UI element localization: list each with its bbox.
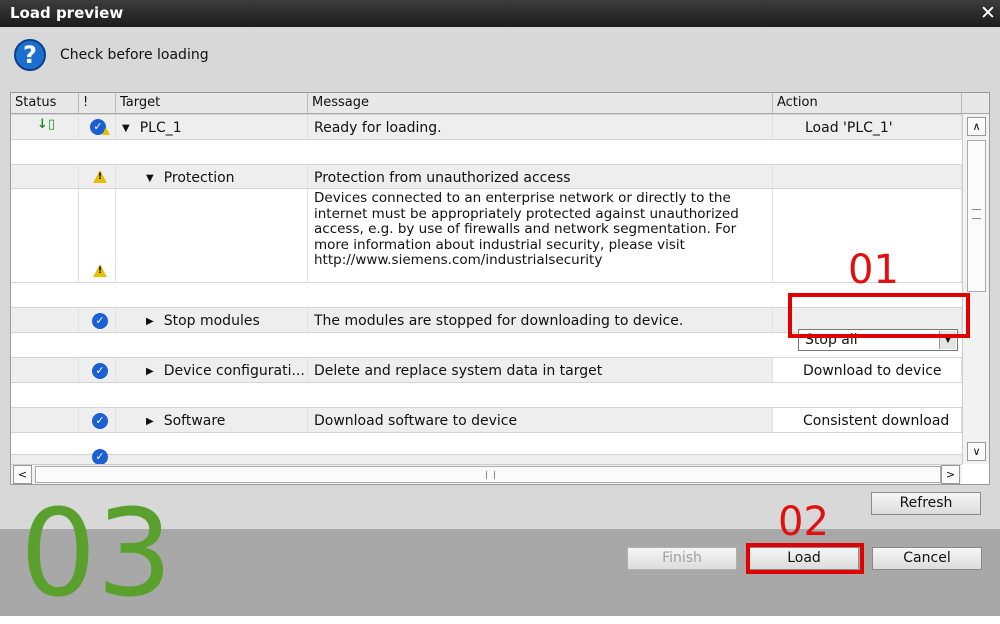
target-cell xyxy=(116,189,308,283)
check-icon: ✓ xyxy=(92,313,108,329)
question-icon: ? xyxy=(14,39,46,71)
message-cell: Ready for loading. xyxy=(308,115,773,140)
notice-line: internet must be appropriately protected… xyxy=(314,205,739,222)
column-header-target[interactable]: Target xyxy=(116,93,308,113)
status-cell xyxy=(11,165,79,189)
target-cell: ▶ Software xyxy=(116,408,308,433)
action-text: Consistent download xyxy=(803,413,950,429)
column-header-message[interactable]: Message xyxy=(308,93,773,113)
action-cell[interactable]: Consistent download xyxy=(773,408,962,433)
cancel-button[interactable]: Cancel xyxy=(872,547,982,570)
message-text: Delete and replace system data in target xyxy=(314,363,603,379)
notice-line: more information about industrial securi… xyxy=(314,236,685,253)
vertical-scrollbar[interactable]: ∧ ∨ xyxy=(962,114,989,464)
status-cell xyxy=(11,189,79,283)
expand-icon[interactable]: ▶ xyxy=(146,366,154,377)
table-row-spacer xyxy=(11,432,962,455)
target-label: Software xyxy=(163,413,226,429)
check-icon: ✓ xyxy=(92,413,108,429)
collapse-icon[interactable]: ▼ xyxy=(146,173,154,184)
annotation-highlight-load xyxy=(746,543,864,574)
status-cell xyxy=(11,308,79,333)
scroll-right-icon[interactable]: > xyxy=(941,465,960,484)
scroll-left-icon[interactable]: < xyxy=(13,465,32,484)
target-label: PLC_1 xyxy=(139,120,182,136)
column-header-status[interactable]: Status xyxy=(11,93,79,113)
dialog-body: ? Check before loading Status ! Target M… xyxy=(0,27,1000,616)
action-cell xyxy=(773,165,962,189)
collapse-icon[interactable]: ▼ xyxy=(122,123,130,134)
message-cell: Download software to device xyxy=(308,408,773,433)
check-icon: ✓ xyxy=(92,363,108,379)
download-status-icon: ↓▯ xyxy=(37,117,56,132)
check-icon: ✓ xyxy=(92,449,108,465)
window-title: Load preview xyxy=(10,4,124,22)
action-text: Load 'PLC_1' xyxy=(805,120,893,136)
security-notice: Devices connected to an enterprise netwo… xyxy=(314,190,739,269)
message-cell: Protection from unauthorized access xyxy=(308,165,773,189)
table-row-protection-detail: ! Devices connected to an enterprise net… xyxy=(11,188,962,283)
message-text: Ready for loading. xyxy=(314,120,442,136)
dialog-header: ? Check before loading xyxy=(14,37,209,73)
column-header-action[interactable]: Action xyxy=(773,93,962,113)
annotation-02: 02 xyxy=(778,499,829,545)
notice-line: Devices connected to an enterprise netwo… xyxy=(314,190,731,206)
table-header: Status ! Target Message Action xyxy=(11,93,989,114)
column-header-alert[interactable]: ! xyxy=(79,93,116,113)
vertical-scroll-thumb[interactable] xyxy=(967,140,986,292)
alert-cell: ✓ xyxy=(79,115,116,140)
message-cell: The modules are stopped for downloading … xyxy=(308,308,773,333)
target-label: Stop modules xyxy=(163,313,260,329)
target-cell: ▶ Stop modules xyxy=(116,308,308,333)
alert-cell: ✓ xyxy=(79,408,116,433)
alert-cell: ! xyxy=(79,165,116,189)
table-row-software[interactable]: ✓ ▶ Software Download software to device … xyxy=(11,407,962,433)
status-cell xyxy=(11,358,79,383)
expand-icon[interactable]: ▶ xyxy=(146,416,154,427)
scroll-up-icon[interactable]: ∧ xyxy=(967,117,986,136)
status-cell xyxy=(11,408,79,433)
notice-link[interactable]: http://www.siemens.com/industrialsecurit… xyxy=(314,252,739,269)
action-cell: Load 'PLC_1' xyxy=(773,115,962,140)
horizontal-scrollbar[interactable]: < > xyxy=(11,464,962,484)
header-text: Check before loading xyxy=(60,47,209,63)
message-cell: Delete and replace system data in target xyxy=(308,358,773,383)
table-row-spacer xyxy=(11,382,962,408)
alert-cell: ✓ xyxy=(79,358,116,383)
warning-icon: ! xyxy=(93,264,107,277)
annotation-01: 01 xyxy=(848,247,899,293)
scroll-down-icon[interactable]: ∨ xyxy=(967,442,986,461)
target-label: Protection xyxy=(163,170,235,186)
table-row-protection[interactable]: ! ▼ Protection Protection from unauthoriz… xyxy=(11,164,962,189)
annotation-highlight-stop-all xyxy=(788,293,970,338)
small-warning-icon xyxy=(102,127,110,135)
title-bar: Load preview ✕ xyxy=(0,0,1000,27)
target-cell: ▼ Protection xyxy=(116,165,308,189)
target-cell: ▼ PLC_1 xyxy=(116,115,308,140)
close-icon[interactable]: ✕ xyxy=(976,0,1000,27)
target-cell: ▶ Device configurati... xyxy=(116,358,308,383)
table-row-spacer xyxy=(11,139,962,165)
notice-line: access, e.g. by use of firewalls and net… xyxy=(314,221,737,237)
refresh-button[interactable]: Refresh xyxy=(871,492,981,515)
table-row-plc[interactable]: ↓▯ ✓ ▼ PLC_1 Ready for loading. Load 'PLC… xyxy=(11,114,962,140)
finish-button[interactable]: Finish xyxy=(627,547,737,570)
message-text: The modules are stopped for downloading … xyxy=(314,313,684,329)
horizontal-scroll-thumb[interactable] xyxy=(35,466,941,483)
table-row-device-configuration[interactable]: ✓ ▶ Device configurati... Delete and repl… xyxy=(11,357,962,383)
expand-icon[interactable]: ▶ xyxy=(146,316,154,327)
action-cell[interactable]: Download to device xyxy=(773,358,962,383)
alert-cell: ! xyxy=(79,189,116,283)
message-text: Protection from unauthorized access xyxy=(314,170,571,186)
annotation-03: 03 xyxy=(20,485,173,624)
status-cell: ↓▯ xyxy=(11,115,79,140)
load-preview-table: Status ! Target Message Action ↓▯ ✓ ▼ PLC… xyxy=(10,92,990,485)
alert-cell: ✓ xyxy=(79,308,116,333)
message-text: Download software to device xyxy=(314,413,518,429)
warning-icon: ! xyxy=(93,170,107,183)
action-text: Download to device xyxy=(803,363,942,379)
target-label: Device configurati... xyxy=(163,363,305,379)
message-cell: Devices connected to an enterprise netwo… xyxy=(308,189,773,283)
